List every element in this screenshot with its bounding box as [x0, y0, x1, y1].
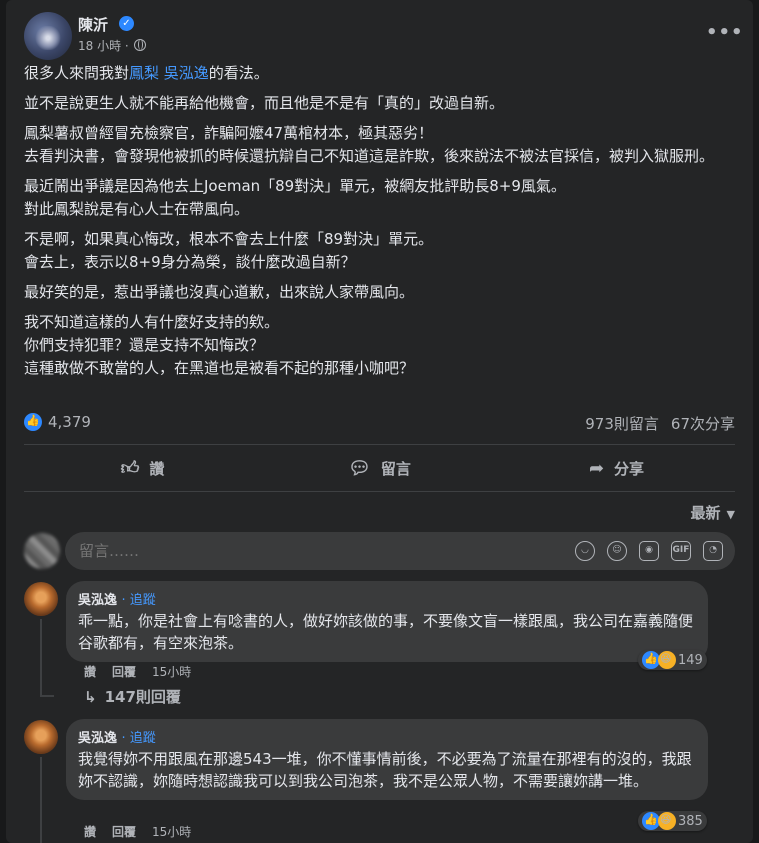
- sort-label: 最新: [690, 504, 721, 522]
- post-action-bar: 👍︎ 讚 💬︎ 留言 ➦ 分享: [24, 446, 735, 490]
- share-label: 分享: [614, 459, 645, 478]
- current-user-avatar: [24, 533, 60, 569]
- post-paragraph: 很多人來問我對鳳梨 吳泓逸的看法。: [24, 62, 744, 85]
- share-button[interactable]: ➦ 分享: [498, 446, 735, 490]
- reply-arrow-icon: ↳: [84, 687, 97, 706]
- composer-icons: ◡ ☺ ◉ GIF ◔: [575, 541, 723, 561]
- comment-timestamp[interactable]: 15小時: [152, 663, 191, 680]
- comment-label: 留言: [380, 459, 411, 478]
- comment-author-line: 吳泓逸 · 追蹤: [78, 727, 696, 746]
- post-paragraph: 最近鬧出爭議是因為他去上Joeman「89對決」單元，被網友批評助長8+9風氣。…: [24, 177, 566, 218]
- post-paragraph: 我不知道這樣的人有什麼好支持的欸。 你們支持犯罪？還是支持不知悔改？ 這種敢做不…: [24, 313, 415, 377]
- share-icon: ➦: [588, 457, 605, 479]
- comment-author[interactable]: 吳泓逸: [78, 593, 117, 608]
- comment-reaction-summary[interactable]: 385: [638, 811, 707, 831]
- tagged-link[interactable]: 鳳梨 吳泓逸: [129, 64, 209, 82]
- comment-icon: 💬︎: [348, 457, 371, 479]
- emoji-icon[interactable]: ☺: [607, 541, 627, 561]
- replies-count: 147則回覆: [104, 688, 181, 706]
- avatar-sticker-icon[interactable]: ◡: [575, 541, 595, 561]
- thread-line: [40, 757, 42, 843]
- follow-link[interactable]: · 追蹤: [122, 731, 156, 746]
- comment-like-button[interactable]: 讚: [84, 663, 96, 680]
- comment-bubble: 吳泓逸 · 追蹤 我覺得妳不用跟風在那邊543一堆，你不懂事情前後，不必要為了流…: [66, 719, 708, 800]
- thumbs-up-icon: 👍︎: [120, 458, 140, 479]
- post-card: 陳沂 ✓ 18 小時 · ••• 很多人來問我對鳳梨 吳泓逸的看法。 並不是說更…: [6, 0, 753, 843]
- view-replies-link[interactable]: ↳ 147則回覆: [84, 686, 181, 707]
- verified-icon: ✓: [119, 16, 134, 31]
- post-paragraph: 並不是說更生人就不能再給他機會，而且他是不是有「真的」改過自新。: [24, 94, 505, 112]
- comment-text: 我覺得妳不用跟風在那邊543一堆，你不懂事情前後，不必要為了流量在那裡有的沒的，…: [78, 750, 692, 790]
- comment-button[interactable]: 💬︎ 留言: [261, 446, 498, 490]
- comment-bubble: 吳泓逸 · 追蹤 乖一點，你是社會上有唸書的人，做好妳該做的事，不要像文盲一樣跟…: [66, 581, 708, 662]
- author-name[interactable]: 陳沂: [78, 14, 108, 35]
- comment-sort-dropdown[interactable]: 最新 ▼: [691, 502, 735, 523]
- like-button[interactable]: 👍︎ 讚: [24, 446, 261, 490]
- divider: [24, 491, 735, 492]
- thread-line: [40, 695, 54, 697]
- engagement-counts: 973則留言 67次分享: [585, 413, 735, 434]
- like-label: 讚: [149, 459, 165, 478]
- comment-author[interactable]: 吳泓逸: [78, 731, 117, 746]
- reaction-summary[interactable]: 4,379: [24, 413, 91, 431]
- post-paragraph: 最好笑的是，惹出爭議也沒真心道歉，出來說人家帶風向。: [24, 283, 415, 301]
- comment-reply-button[interactable]: 回覆: [112, 823, 136, 840]
- post-text-segment: 的看法。: [208, 64, 269, 82]
- comment-reaction-count: 385: [678, 813, 703, 829]
- globe-icon: [134, 39, 146, 51]
- comment-timestamp[interactable]: 15小時: [152, 823, 191, 840]
- post-paragraph: 不是啊，如果真心悔改，根本不會去上什麼「89對決」單元。 會去上，表示以8+9身…: [24, 230, 434, 271]
- comment-reaction-summary[interactable]: 149: [638, 650, 707, 670]
- post-paragraph: 鳳梨薯叔曾經冒充檢察官，詐騙阿嬤47萬棺材本，極其惡劣！ 去看判決書，會發現他被…: [24, 124, 715, 165]
- post-timestamp[interactable]: 18 小時 ·: [78, 37, 129, 54]
- caret-down-icon: ▼: [726, 508, 735, 521]
- more-options-icon[interactable]: •••: [706, 22, 744, 43]
- comment-actions: 讚 回覆 15小時: [84, 823, 191, 840]
- reaction-count: 4,379: [48, 413, 91, 431]
- sticker-icon[interactable]: ◔: [703, 541, 723, 561]
- comment-actions: 讚 回覆 15小時: [84, 663, 191, 680]
- gif-icon[interactable]: GIF: [671, 541, 691, 561]
- like-reaction-icon: [24, 413, 42, 431]
- commenter-avatar[interactable]: [24, 582, 58, 616]
- comment-composer: ◡ ☺ ◉ GIF ◔: [65, 532, 735, 570]
- comments-count[interactable]: 973則留言: [585, 413, 659, 434]
- post-body: 很多人來問我對鳳梨 吳泓逸的看法。 並不是說更生人就不能再給他機會，而且他是不是…: [24, 62, 744, 387]
- shares-count[interactable]: 67次分享: [671, 413, 735, 434]
- camera-icon[interactable]: ◉: [639, 541, 659, 561]
- post-text-segment: 很多人來問我對: [24, 64, 130, 82]
- comment-like-button[interactable]: 讚: [84, 823, 96, 840]
- commenter-avatar[interactable]: [24, 720, 58, 754]
- divider: [24, 444, 735, 445]
- haha-reaction-icon: [658, 651, 676, 669]
- comment-input[interactable]: [79, 532, 559, 570]
- comment-reaction-count: 149: [678, 652, 703, 668]
- thread-line: [40, 619, 42, 697]
- author-avatar[interactable]: [24, 12, 72, 60]
- haha-reaction-icon: [658, 812, 676, 830]
- comment-reply-button[interactable]: 回覆: [112, 663, 136, 680]
- comment-text: 乖一點，你是社會上有唸書的人，做好妳該做的事，不要像文盲一樣跟風，我公司在嘉義隨…: [78, 612, 694, 652]
- follow-link[interactable]: · 追蹤: [122, 593, 156, 608]
- comment-author-line: 吳泓逸 · 追蹤: [78, 589, 696, 608]
